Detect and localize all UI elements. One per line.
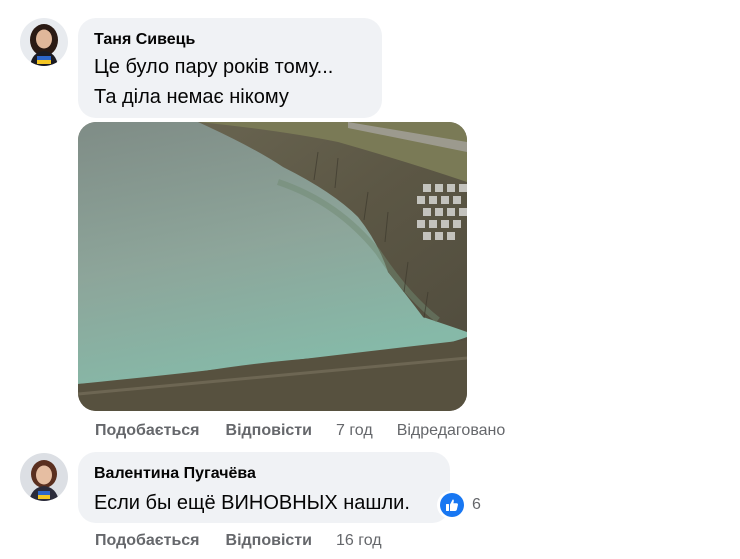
timestamp[interactable]: 16 год (336, 532, 382, 550)
reply-link[interactable]: Відповісти (226, 532, 312, 550)
comment-text-line: Если бы ещё ВИНОВНЫХ нашли. (94, 492, 410, 514)
comment-actions: Подобається Відповісти 16 год (95, 530, 382, 552)
like-link[interactable]: Подобається (95, 532, 200, 550)
timestamp[interactable]: 7 год (336, 422, 373, 440)
reaction-count-value: 6 (472, 496, 481, 513)
edited-label: Відредаговано (396, 422, 506, 439)
comment-author[interactable]: Таня Сивець (94, 31, 195, 49)
comment-actions: Подобається Відповісти 7 год Відредагова… (95, 420, 505, 442)
attached-photo[interactable] (78, 122, 467, 411)
comment-author[interactable]: Валентина Пугачёва (94, 465, 256, 483)
reply-link[interactable]: Відповісти (226, 422, 312, 440)
comment-text-line: Це було пару років тому... (94, 56, 334, 78)
reaction-count[interactable]: 6 (437, 491, 485, 519)
avatar[interactable] (20, 18, 68, 66)
comment-text-line: Та діла немає нікому (94, 86, 289, 108)
like-link[interactable]: Подобається (95, 422, 200, 440)
avatar[interactable] (20, 453, 68, 501)
like-icon (440, 493, 464, 517)
